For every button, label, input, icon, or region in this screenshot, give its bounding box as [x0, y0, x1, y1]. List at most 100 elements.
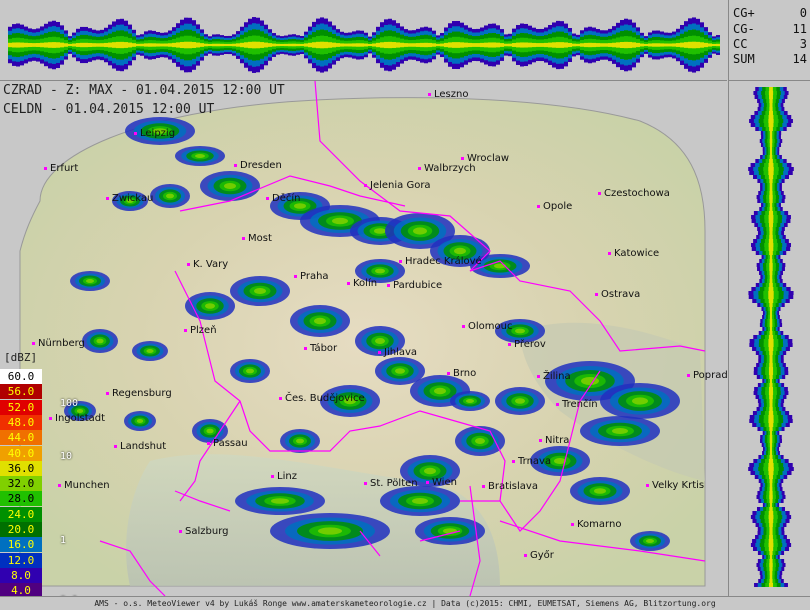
- city-label: Győr: [530, 549, 555, 561]
- profile-bar: [544, 42, 548, 48]
- profile-bar: [769, 403, 773, 407]
- profile-bar: [568, 42, 572, 48]
- profile-bar: [348, 43, 352, 47]
- city-dot: [106, 392, 109, 395]
- profile-strip-horizontal: [8, 17, 720, 73]
- profile-bar: [769, 559, 773, 563]
- profile-bar: [768, 287, 774, 291]
- legend-entry: 52.0: [0, 399, 42, 415]
- profile-bar: [769, 155, 773, 159]
- city-label: Tábor: [309, 342, 338, 354]
- rain-scale-label: 1: [60, 535, 67, 546]
- city-label: Czestochowa: [604, 188, 670, 199]
- radar-map-canvas: LesznoWroclawOpoleCzestochowaKatowiceJel…: [19, 81, 727, 596]
- city-label: Opole: [543, 201, 572, 212]
- profile-bar: [288, 43, 292, 47]
- city-label: Zwickau: [112, 193, 153, 204]
- profile-bar: [768, 299, 774, 303]
- profile-bar: [632, 42, 636, 48]
- profile-bar: [769, 571, 773, 575]
- profile-bar: [769, 223, 773, 227]
- profile-bar: [769, 259, 773, 263]
- profile-bar: [769, 323, 773, 327]
- profile-bar: [768, 335, 774, 339]
- city-dot: [242, 237, 245, 240]
- profile-bar: [769, 375, 773, 379]
- radar-echo: [205, 303, 215, 309]
- profile-bar: [460, 42, 464, 48]
- city-label: Landshut: [120, 441, 166, 452]
- profile-bar: [280, 43, 284, 47]
- profile-bar: [268, 43, 272, 47]
- city-dot: [646, 484, 649, 487]
- profile-bar: [252, 41, 256, 49]
- city-dot: [266, 197, 269, 200]
- profile-bar: [216, 43, 220, 47]
- profile-bar: [769, 499, 773, 503]
- profile-bar: [516, 42, 520, 48]
- profile-bar: [536, 43, 540, 47]
- profile-bar: [770, 151, 772, 155]
- city-label: Nürnberg: [38, 338, 85, 349]
- city-label: Bratislava: [488, 481, 538, 492]
- city-label: Pardubice: [393, 280, 442, 291]
- legend-entry: 36.0: [0, 460, 42, 476]
- city-label: Poprad: [693, 370, 727, 381]
- legend-entry: 12.0: [0, 552, 42, 568]
- city-label: Linz: [277, 471, 297, 482]
- profile-bar: [48, 42, 52, 48]
- profile-bar: [528, 42, 532, 48]
- city-dot: [187, 263, 190, 266]
- profile-bar: [264, 42, 268, 48]
- profile-bar: [769, 379, 773, 383]
- profile-bar: [240, 42, 244, 48]
- city-label: Trenčín: [561, 398, 598, 410]
- profile-bar: [769, 87, 773, 91]
- profile-bar: [768, 411, 774, 415]
- profile-bar: [204, 43, 208, 47]
- profile-bar: [276, 43, 280, 47]
- profile-bar: [436, 43, 440, 47]
- city-label: Katowice: [614, 248, 659, 259]
- profile-bar: [116, 41, 120, 49]
- profile-bar: [228, 43, 232, 47]
- radar-echo: [632, 397, 648, 405]
- radar-echo: [195, 154, 205, 158]
- profile-bar: [324, 41, 328, 49]
- profile-bar: [236, 43, 240, 47]
- radar-map[interactable]: Leszno Wroclaw Opole Czestochowa Katowice Jel…: [0, 81, 727, 596]
- profile-bar: [770, 311, 772, 315]
- profile-bar: [768, 515, 774, 519]
- stat-row-cg-minus: CG- 11: [733, 22, 807, 37]
- profile-bar: [208, 43, 212, 47]
- stat-value: 0: [799, 6, 807, 20]
- profile-bar: [440, 43, 444, 47]
- profile-bar: [768, 415, 774, 419]
- profile-bar: [769, 507, 773, 511]
- profile-bar: [584, 42, 588, 48]
- profile-bar: [560, 42, 564, 48]
- profile-bar: [768, 547, 774, 551]
- city-dot: [106, 197, 109, 200]
- city-dot: [44, 167, 47, 170]
- profile-bar: [660, 43, 664, 47]
- profile-bar: [769, 491, 773, 495]
- profile-bar: [656, 43, 660, 47]
- profile-bar: [769, 355, 773, 359]
- profile-bar: [672, 43, 676, 47]
- profile-bar: [769, 487, 773, 491]
- profile-bar: [768, 119, 774, 123]
- profile-bar: [28, 43, 32, 47]
- profile-bar: [156, 43, 160, 47]
- profile-bar: [768, 163, 774, 167]
- profile-bar: [769, 179, 773, 183]
- profile-bar: [112, 42, 116, 48]
- profile-bar: [644, 43, 648, 47]
- city-dot: [539, 439, 542, 442]
- radar-echo: [515, 328, 525, 334]
- profile-bar: [768, 295, 774, 299]
- profile-bar: [372, 43, 376, 47]
- profile-bar: [384, 41, 388, 49]
- profile-bar: [304, 43, 308, 47]
- city-dot: [179, 530, 182, 533]
